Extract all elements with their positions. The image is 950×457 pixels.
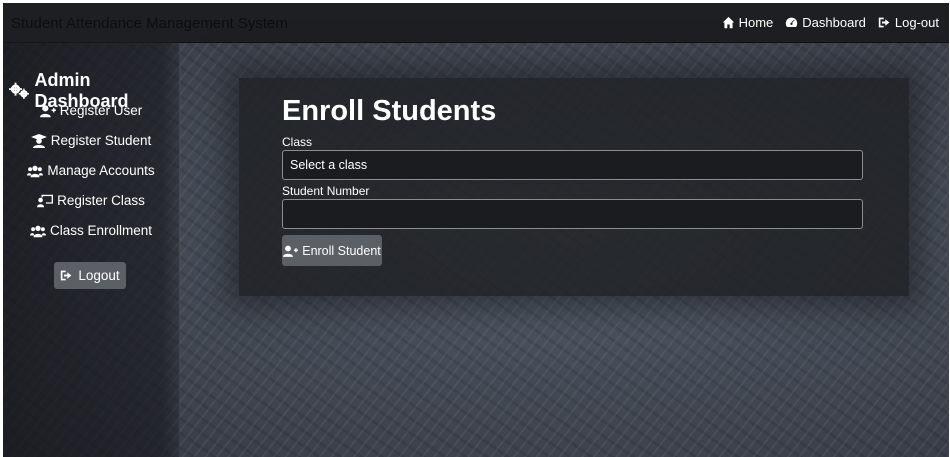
- graduate-icon: [30, 133, 47, 148]
- page-title: Enroll Students: [282, 95, 497, 127]
- brand-title[interactable]: Student Attendance Management System: [11, 15, 288, 32]
- nav-home-label: Home: [738, 15, 774, 30]
- nav-dashboard-label: Dashboard: [802, 15, 866, 30]
- nav-logout-link[interactable]: Log-out: [878, 15, 939, 30]
- sidebar-logout-label: Logout: [78, 268, 120, 283]
- home-icon: [722, 16, 734, 29]
- nav-links: Home Dashboard Log-out: [722, 15, 939, 30]
- logout-icon: [61, 270, 72, 281]
- gears-icon: [9, 82, 30, 99]
- enroll-student-label: Enroll Student: [302, 243, 381, 258]
- sidebar-item-label: Manage Accounts: [47, 163, 155, 178]
- logout-icon: [878, 17, 890, 28]
- class-label: Class: [282, 135, 313, 149]
- user-plus-icon: [39, 104, 56, 117]
- enroll-form-card: Enroll Students Class Select a class Stu…: [239, 78, 909, 296]
- sidebar-item-label: Register Student: [50, 133, 152, 148]
- student-number-label: Student Number: [282, 184, 370, 198]
- nav-logout-label: Log-out: [894, 15, 939, 30]
- nav-dashboard-link[interactable]: Dashboard: [785, 15, 866, 30]
- student-number-input[interactable]: [282, 199, 863, 229]
- sidebar-item-register-class[interactable]: Register Class: [3, 193, 179, 208]
- app-window: Student Attendance Management System Hom…: [3, 3, 949, 457]
- sidebar-item-label: Class Enrollment: [49, 223, 153, 238]
- top-navbar: Student Attendance Management System Hom…: [3, 3, 949, 43]
- sidebar-logout-button[interactable]: Logout: [54, 262, 126, 289]
- sidebar-item-register-student[interactable]: Register Student: [3, 133, 179, 148]
- class-select[interactable]: Select a class: [282, 150, 863, 180]
- sidebar-item-class-enrollment[interactable]: Class Enrollment: [3, 223, 179, 238]
- sidebar-item-manage-accounts[interactable]: Manage Accounts: [3, 163, 179, 178]
- users-icon: [27, 165, 44, 177]
- sidebar-item-label: Register User: [59, 103, 143, 118]
- chalkboard-teacher-icon: [37, 194, 54, 207]
- sidebar-item-register-user[interactable]: Register User: [3, 103, 179, 118]
- sidebar-item-label: Register Class: [57, 193, 145, 208]
- enroll-student-button[interactable]: Enroll Student: [282, 235, 382, 266]
- user-plus-icon: [283, 245, 299, 257]
- class-select-value: Select a class: [290, 158, 368, 172]
- dashboard-gauge-icon: [786, 17, 798, 27]
- users-icon: [29, 225, 46, 237]
- sidebar: Admin Dashboard Register User Register S…: [3, 42, 179, 457]
- nav-home-link[interactable]: Home: [722, 15, 774, 30]
